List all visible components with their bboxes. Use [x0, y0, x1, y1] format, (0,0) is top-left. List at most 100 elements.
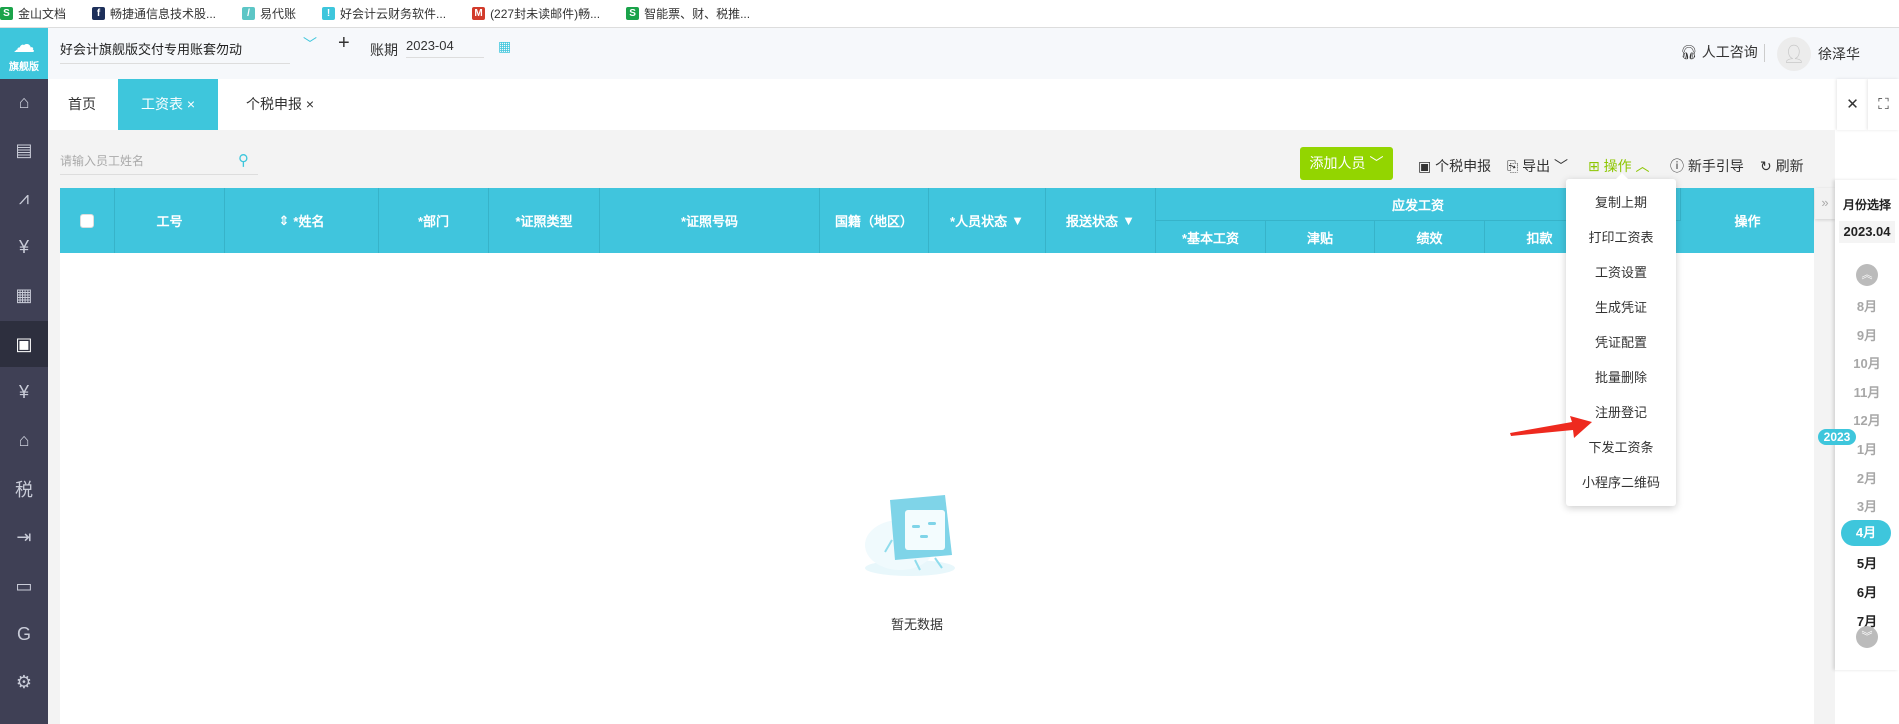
sidebar-item[interactable]: ¥ [0, 224, 48, 270]
divider [1764, 44, 1765, 62]
add-account-button[interactable]: + [338, 32, 350, 55]
header-label: *姓名 [293, 214, 325, 229]
tab-payroll[interactable]: 工资表 × [118, 79, 218, 130]
operations-dropdown: 复制上期 打印工资表 工资设置 生成凭证 凭证配置 批量删除 注册登记 下发工资条 小程序二维码 [1566, 173, 1676, 506]
sidebar-item[interactable]: ¥ [0, 369, 48, 415]
username[interactable]: 徐泽华 [1818, 44, 1860, 64]
export-button[interactable]: ⎘ 导出 ﹀ [1507, 156, 1568, 176]
bookmark-icon: f [92, 7, 106, 20]
bookmark[interactable]: M (227封未读邮件)畅... [472, 5, 600, 22]
transfer-icon: ⇥ [16, 527, 32, 548]
select-all-checkbox[interactable] [80, 213, 94, 228]
payroll-icon: ▣ [15, 333, 33, 354]
filter-icon[interactable]: ▼ [1122, 213, 1135, 228]
scroll-up-icon[interactable]: ︽ [1856, 264, 1878, 286]
month-option[interactable]: 4月 [1841, 519, 1891, 546]
month-option[interactable]: 3月 [1835, 496, 1899, 515]
bookmarks-bar: S 金山文档 f 畅捷通信息技术股... / 易代账 ! 好会计云财务软件... M (227封未… [0, 0, 1899, 28]
sort-icon[interactable]: ⇕ [279, 213, 290, 229]
tab-home[interactable]: 首页 [68, 79, 96, 130]
sidebar-item[interactable]: ⇥ [0, 515, 48, 561]
sidebar-item[interactable]: ▣ [0, 321, 48, 367]
bookmark[interactable]: S 金山文档 [0, 5, 66, 22]
tab-tax-report[interactable]: 个税申报 × [246, 79, 314, 130]
col-person-status: *人员状态 ▼ [929, 188, 1046, 253]
bookmark-icon: M [472, 7, 486, 20]
fullscreen-icon[interactable]: ⛶ [1868, 79, 1899, 130]
month-panel-title: 月份选择 [1842, 198, 1891, 212]
operations-menu-item[interactable]: 凭证配置 [1566, 325, 1676, 360]
operations-menu-item[interactable]: 打印工资表 [1566, 220, 1676, 255]
bookmark-label: 畅捷通信息技术股... [110, 7, 217, 21]
sidebar-item[interactable]: ▭ [0, 563, 48, 609]
current-month: 2023.04 [1839, 221, 1895, 243]
header-label: 绩效 [1416, 230, 1443, 246]
avatar[interactable]: 👤︎ [1777, 37, 1811, 71]
col-department: *部门 [379, 188, 489, 253]
month-option[interactable]: 6月 [1835, 582, 1899, 601]
sidebar-item[interactable]: ⌂ [0, 79, 48, 125]
employee-search-input[interactable]: 请输入员工姓名 [60, 147, 258, 175]
month-option[interactable]: 8月 [1835, 296, 1899, 315]
sidebar-item[interactable]: ▦ [0, 273, 48, 319]
chart-icon: ⩘ [18, 188, 30, 209]
close-icon[interactable]: × [187, 96, 195, 112]
month-option[interactable]: 2月 [1835, 468, 1899, 487]
operations-menu-item[interactable]: 工资设置 [1566, 255, 1676, 290]
operations-menu-item[interactable]: 小程序二维码 [1566, 465, 1676, 500]
bookmark-label: 易代账 [260, 7, 297, 21]
close-tabs-button[interactable]: ✕ [1837, 79, 1868, 130]
refresh-button[interactable]: ↻ 刷新 [1760, 156, 1804, 176]
scroll-down-icon[interactable]: ︾ [1856, 626, 1878, 648]
tax-report-button[interactable]: ▣ 个税申报 [1418, 156, 1491, 176]
sidebar-item[interactable]: ⩘ [0, 176, 48, 222]
bill-icon: ▤ [15, 139, 33, 160]
month-option[interactable]: 5月 [1835, 553, 1899, 572]
col-nationality: 国籍（地区） [820, 188, 929, 253]
guide-button[interactable]: ⓘ 新手引导 [1670, 156, 1744, 176]
chevron-down-icon[interactable]: ﹀ [303, 34, 317, 54]
sidebar-item[interactable]: ⌂ [0, 418, 48, 464]
app-logo[interactable]: ☁ 旗舰版 [0, 28, 48, 79]
calendar-icon[interactable]: ▦ [498, 38, 511, 55]
filter-icon[interactable]: ▼ [1011, 213, 1024, 228]
period-input[interactable]: 2023-04 [406, 34, 484, 58]
month-option[interactable]: 10月 [1835, 353, 1899, 372]
gear-icon: ⚙ [15, 672, 33, 693]
month-option[interactable]: 9月 [1835, 325, 1899, 344]
company-select[interactable]: 好会计旗舰版交付专用账套勿动 [60, 36, 290, 64]
header-label: *证照类型 [515, 214, 573, 229]
year-badge: 2023 [1818, 429, 1856, 445]
operations-menu-item[interactable]: 复制上期 [1566, 185, 1676, 220]
bookmark-icon: ! [322, 7, 336, 20]
add-person-button[interactable]: 添加人员 ﹀ [1300, 147, 1393, 180]
month-option[interactable]: 12月 [1835, 410, 1899, 429]
sidebar-item[interactable]: ▤ [0, 127, 48, 173]
month-option[interactable]: 11月 [1835, 382, 1899, 401]
col-name[interactable]: ⇕ *姓名 [225, 188, 379, 253]
search-icon[interactable]: ⚲ [238, 151, 249, 169]
bookmark[interactable]: f 畅捷通信息技术股... [92, 5, 216, 22]
col-employee-id: 工号 [115, 188, 225, 253]
consult-label: 人工咨询 [1701, 44, 1758, 60]
annotation-arrow [1510, 416, 1592, 438]
operations-menu-item[interactable]: 生成凭证 [1566, 290, 1676, 325]
bookmark-label: 智能票、财、税推... [644, 7, 751, 21]
sidebar-item[interactable]: ⚙ [0, 660, 48, 706]
bookmark[interactable]: S 智能票、财、税推... [626, 5, 750, 22]
tax-report-label: 个税申报 [1435, 158, 1492, 174]
report-icon: ▣ [1418, 158, 1432, 174]
header-label: 扣款 [1526, 230, 1553, 246]
sidebar-item[interactable]: 税 [0, 466, 48, 512]
bookmark[interactable]: / 易代账 [242, 5, 296, 22]
sidebar-item[interactable]: G [0, 611, 48, 657]
month-picker-panel: 月份选择 2023.04 ︽ 8月 9月 10月 11月 12月 1月 2月 3月 4月 5月 6月… [1835, 180, 1899, 670]
consult-button[interactable]: 🎧︎ 人工咨询 [1680, 42, 1758, 62]
close-icon[interactable]: × [306, 96, 314, 112]
operations-menu-item[interactable]: 批量删除 [1566, 360, 1676, 395]
bookmark[interactable]: ! 好会计云财务软件... [322, 5, 446, 22]
top-header: 好会计旗舰版交付专用账套勿动 ﹀ + 账期 2023-04 ▦ 🎧︎ 人工咨询 … [48, 28, 1899, 79]
collapse-month-panel-button[interactable]: » [1815, 188, 1835, 219]
headset-icon: 🎧︎ [1680, 43, 1698, 60]
header-label: 工号 [156, 214, 183, 229]
